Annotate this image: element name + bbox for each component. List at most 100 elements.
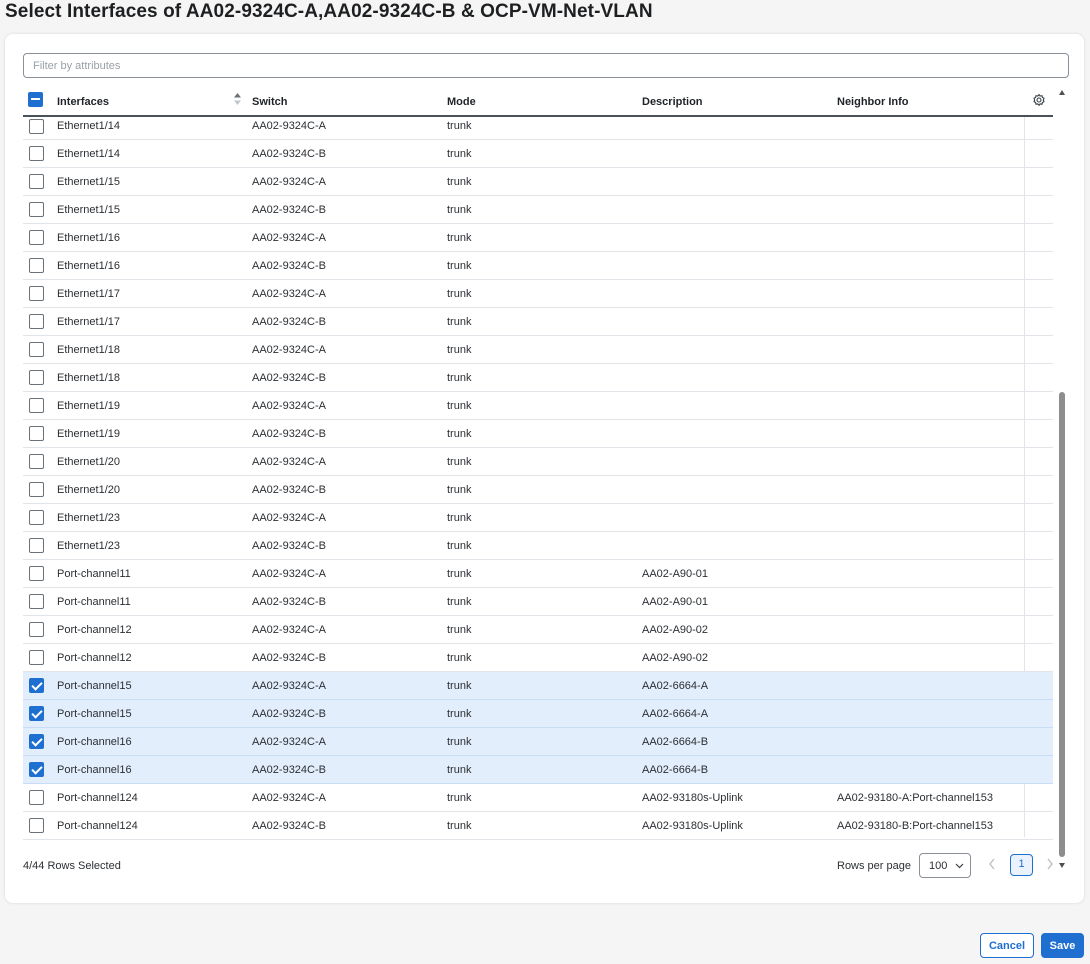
- table-row[interactable]: Port-channel11 AA02-9324C-A trunk AA02-A90-…: [23, 560, 1053, 588]
- cell-interface: Ethernet1/23: [57, 540, 120, 552]
- row-checkbox[interactable]: [29, 482, 44, 497]
- row-checkbox[interactable]: [29, 510, 44, 525]
- cell-switch: AA02-9324C-A: [252, 344, 326, 356]
- scroll-down-arrow[interactable]: [1059, 863, 1065, 868]
- cell-description: AA02-A90-02: [642, 624, 709, 636]
- table-row[interactable]: Ethernet1/16 AA02-9324C-A trunk: [23, 224, 1053, 252]
- cell-switch: AA02-9324C-B: [252, 820, 326, 832]
- select-all-checkbox[interactable]: [28, 92, 43, 107]
- table-row[interactable]: Port-channel15 AA02-9324C-A trunk AA02-6664…: [23, 672, 1053, 700]
- row-checkbox[interactable]: [29, 398, 44, 413]
- row-checkbox[interactable]: [29, 370, 44, 385]
- column-header-interfaces[interactable]: Interfaces: [57, 96, 109, 108]
- table-row[interactable]: Ethernet1/23 AA02-9324C-B trunk: [23, 532, 1053, 560]
- cell-interface: Ethernet1/17: [57, 316, 120, 328]
- table-row[interactable]: Ethernet1/20 AA02-9324C-A trunk: [23, 448, 1053, 476]
- table-row[interactable]: Ethernet1/20 AA02-9324C-B trunk: [23, 476, 1053, 504]
- table-row[interactable]: Ethernet1/15 AA02-9324C-B trunk: [23, 196, 1053, 224]
- table-row[interactable]: Port-channel16 AA02-9324C-B trunk AA02-6664…: [23, 756, 1053, 784]
- filter-input[interactable]: [23, 53, 1069, 78]
- cell-interface: Ethernet1/20: [57, 484, 120, 496]
- row-checkbox[interactable]: [29, 790, 44, 805]
- chevron-right-icon[interactable]: [1045, 857, 1055, 871]
- cell-mode: trunk: [447, 540, 472, 552]
- row-checkbox[interactable]: [29, 762, 44, 777]
- table-row[interactable]: Ethernet1/14 AA02-9324C-B trunk: [23, 140, 1053, 168]
- cell-mode: trunk: [447, 596, 472, 608]
- row-checkbox[interactable]: [29, 230, 44, 245]
- chevron-left-icon[interactable]: [987, 857, 997, 871]
- cancel-button[interactable]: Cancel: [980, 933, 1034, 958]
- cell-interface: Ethernet1/23: [57, 512, 120, 524]
- scroll-up-arrow[interactable]: [1059, 90, 1065, 95]
- scrollbar-thumb[interactable]: [1059, 392, 1065, 857]
- row-checkbox[interactable]: [29, 258, 44, 273]
- rows-per-page-select[interactable]: 100: [919, 853, 971, 878]
- cell-switch: AA02-9324C-B: [252, 148, 326, 160]
- cell-interface: Port-channel11: [57, 568, 131, 580]
- row-checkbox[interactable]: [29, 594, 44, 609]
- page-number-current[interactable]: 1: [1010, 854, 1033, 876]
- table-scrollbar[interactable]: [1055, 86, 1069, 876]
- table-row[interactable]: Ethernet1/19 AA02-9324C-B trunk: [23, 420, 1053, 448]
- table-row[interactable]: Port-channel15 AA02-9324C-B trunk AA02-6664…: [23, 700, 1053, 728]
- cell-interface: Ethernet1/18: [57, 344, 120, 356]
- table-row[interactable]: Ethernet1/19 AA02-9324C-A trunk: [23, 392, 1053, 420]
- cell-mode: trunk: [447, 484, 472, 496]
- row-checkbox[interactable]: [29, 454, 44, 469]
- row-checkbox[interactable]: [29, 734, 44, 749]
- cell-neighbor-info: AA02-93180-B:Port-channel153: [837, 820, 993, 832]
- cell-mode: trunk: [447, 736, 472, 748]
- column-header-mode[interactable]: Mode: [447, 96, 476, 108]
- table-row[interactable]: Ethernet1/14 AA02-9324C-A trunk: [23, 119, 1053, 140]
- table-row[interactable]: Ethernet1/15 AA02-9324C-A trunk: [23, 168, 1053, 196]
- cell-mode: trunk: [447, 400, 472, 412]
- table-row[interactable]: Ethernet1/16 AA02-9324C-B trunk: [23, 252, 1053, 280]
- row-checkbox[interactable]: [29, 174, 44, 189]
- row-checkbox[interactable]: [29, 146, 44, 161]
- save-button[interactable]: Save: [1041, 933, 1084, 958]
- table-row[interactable]: Ethernet1/18 AA02-9324C-B trunk: [23, 364, 1053, 392]
- row-checkbox[interactable]: [29, 342, 44, 357]
- row-checkbox[interactable]: [29, 622, 44, 637]
- cell-interface: Ethernet1/14: [57, 148, 120, 160]
- cell-switch: AA02-9324C-A: [252, 512, 326, 524]
- row-checkbox[interactable]: [29, 706, 44, 721]
- row-checkbox[interactable]: [29, 314, 44, 329]
- row-checkbox[interactable]: [29, 678, 44, 693]
- table-row[interactable]: Port-channel16 AA02-9324C-A trunk AA02-6664…: [23, 728, 1053, 756]
- table-row[interactable]: Port-channel124 AA02-9324C-B trunk AA02-931…: [23, 812, 1053, 840]
- row-checkbox[interactable]: [29, 119, 44, 134]
- table-row[interactable]: Port-channel124 AA02-9324C-A trunk AA02-931…: [23, 784, 1053, 812]
- cell-switch: AA02-9324C-B: [252, 540, 326, 552]
- column-header-neighbor-info[interactable]: Neighbor Info: [837, 96, 909, 108]
- row-checkbox[interactable]: [29, 566, 44, 581]
- cell-interface: Ethernet1/14: [57, 120, 120, 132]
- row-checkbox[interactable]: [29, 818, 44, 833]
- cell-mode: trunk: [447, 176, 472, 188]
- table-row[interactable]: Port-channel12 AA02-9324C-B trunk AA02-A90-…: [23, 644, 1053, 672]
- cell-switch: AA02-9324C-B: [252, 484, 326, 496]
- column-header-switch[interactable]: Switch: [252, 96, 287, 108]
- row-checkbox[interactable]: [29, 426, 44, 441]
- table-row[interactable]: Ethernet1/18 AA02-9324C-A trunk: [23, 336, 1053, 364]
- column-header-description[interactable]: Description: [642, 96, 703, 108]
- rows-per-page-label: Rows per page: [837, 860, 911, 872]
- table-row[interactable]: Ethernet1/17 AA02-9324C-B trunk: [23, 308, 1053, 336]
- row-checkbox[interactable]: [29, 650, 44, 665]
- row-checkbox[interactable]: [29, 202, 44, 217]
- row-checkbox[interactable]: [29, 286, 44, 301]
- cell-interface: Port-channel11: [57, 596, 131, 608]
- table-header: Interfaces Switch Mode Description Neigh…: [23, 86, 1053, 117]
- cell-mode: trunk: [447, 232, 472, 244]
- table-row[interactable]: Port-channel12 AA02-9324C-A trunk AA02-A90-…: [23, 616, 1053, 644]
- sort-icon[interactable]: [233, 92, 242, 106]
- gear-icon[interactable]: [1032, 93, 1046, 107]
- cell-interface: Ethernet1/16: [57, 260, 120, 272]
- cell-switch: AA02-9324C-B: [252, 260, 326, 272]
- dialog-panel: Interfaces Switch Mode Description Neigh…: [5, 34, 1084, 903]
- table-row[interactable]: Port-channel11 AA02-9324C-B trunk AA02-A90-…: [23, 588, 1053, 616]
- row-checkbox[interactable]: [29, 538, 44, 553]
- table-row[interactable]: Ethernet1/17 AA02-9324C-A trunk: [23, 280, 1053, 308]
- table-row[interactable]: Ethernet1/23 AA02-9324C-A trunk: [23, 504, 1053, 532]
